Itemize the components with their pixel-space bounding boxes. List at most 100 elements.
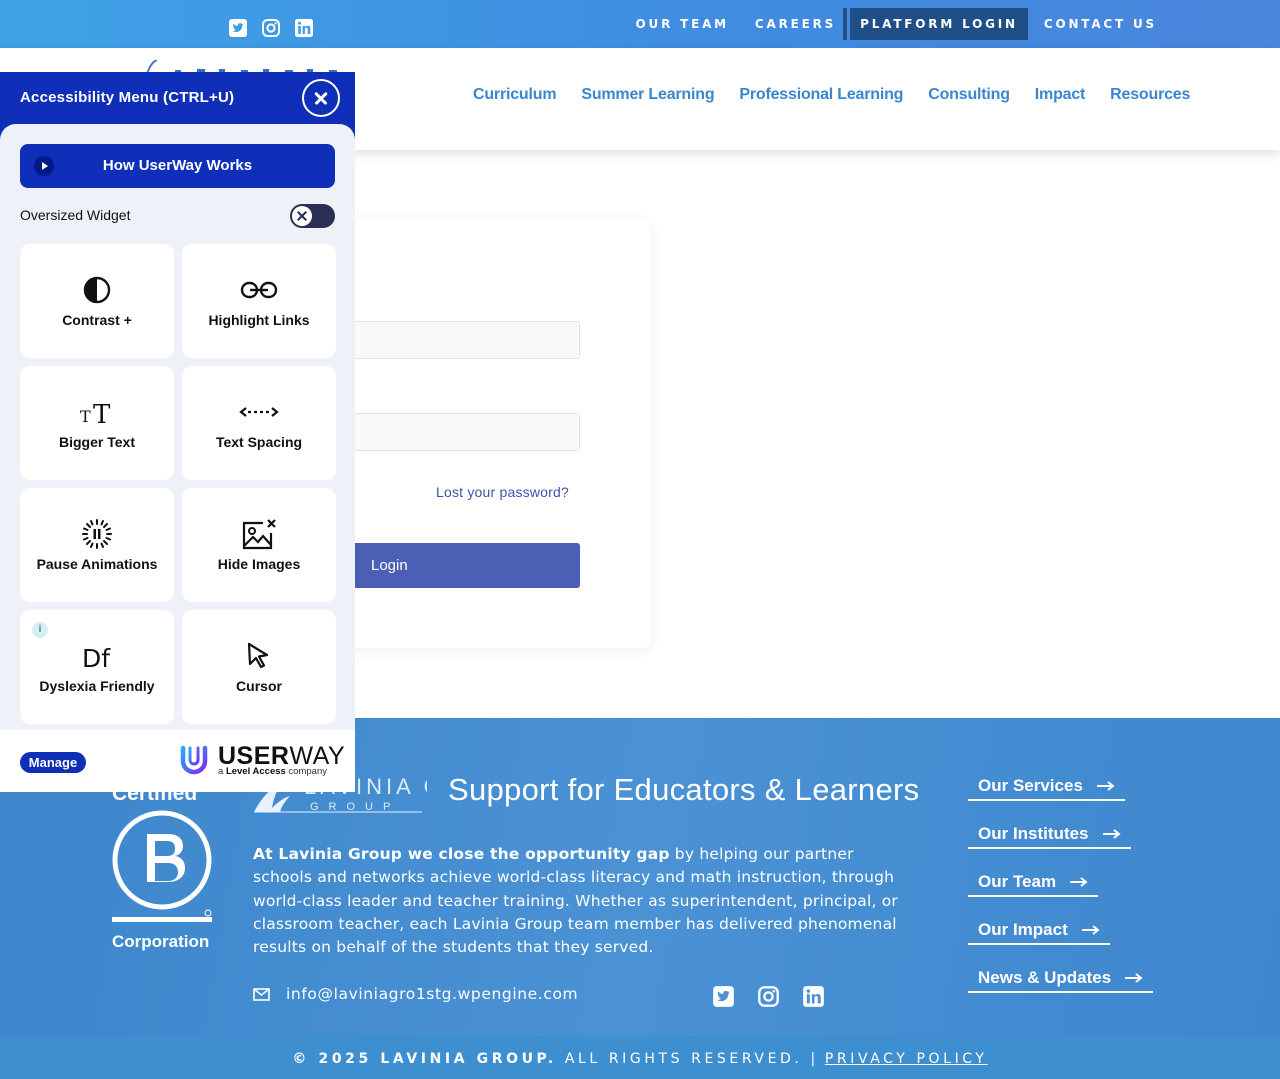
linkedin-link[interactable] (294, 18, 314, 38)
footer-linkedin-link[interactable] (802, 985, 825, 1008)
lost-password-link[interactable]: Lost your password? (436, 484, 569, 500)
twitter-link[interactable] (228, 18, 248, 38)
footer-link-our-impact[interactable]: Our Impact (968, 916, 1110, 945)
toggle-off-icon (292, 206, 312, 226)
tagline-brand: Level Access (225, 766, 286, 777)
pause-animations-icon (82, 519, 112, 549)
password-input[interactable] (350, 413, 580, 451)
accessibility-menu-title: Accessibility Menu (CTRL+U) (20, 89, 235, 106)
how-userway-works-button[interactable]: How UserWay Works (20, 144, 335, 188)
accessibility-menu-body: How UserWay Works Oversized Widget Contr… (0, 124, 355, 730)
hide-images-icon (242, 519, 276, 550)
footer-link-our-institutes[interactable]: Our Institutes (968, 820, 1131, 849)
arrow-right-icon (1081, 924, 1100, 935)
privacy-policy-link[interactable]: PRIVACY POLICY (825, 1051, 988, 1067)
cursor-label: Cursor (236, 678, 282, 694)
twitter-icon (229, 19, 247, 37)
top-link-our-team[interactable]: OUR TEAM (623, 8, 742, 40)
dyslexia-icon: Df (82, 644, 111, 672)
nav-curriculum[interactable]: Curriculum (473, 86, 557, 104)
footer-about-text: At Lavinia Group we close the opportunit… (253, 843, 913, 959)
top-link-platform-login[interactable]: PLATFORM LOGIN (850, 8, 1028, 40)
accessibility-menu: Accessibility Menu (CTRL+U) How UserWay … (0, 72, 355, 792)
dyslexia-friendly-label: Dyslexia Friendly (39, 678, 155, 694)
nav-summer-learning[interactable]: Summer Learning (581, 86, 714, 104)
footer-social-links (712, 985, 825, 1008)
hide-images-label: Hide Images (217, 556, 301, 572)
play-icon (34, 156, 54, 176)
envelope-icon (253, 987, 270, 1001)
pause-animations-tile[interactable]: Pause Animations (20, 488, 174, 602)
top-nav: OUR TEAM CAREERS PLATFORM LOGIN CONTACT … (623, 8, 1170, 40)
instagram-link[interactable] (261, 18, 281, 38)
arrow-right-icon (1125, 972, 1143, 983)
pause-animations-label: Pause Animations (36, 556, 158, 572)
footer-instagram-link[interactable] (757, 985, 780, 1008)
footer-link-news-updates[interactable]: News & Updates (968, 964, 1154, 993)
text-spacing-label: Text Spacing (215, 434, 303, 450)
accessibility-menu-header: Accessibility Menu (CTRL+U) (0, 72, 355, 124)
main-nav: Curriculum Summer Learning Professional … (473, 86, 1190, 104)
tagline-post: company (285, 766, 327, 777)
contrast-label: Contrast + (62, 312, 132, 328)
top-social-links (228, 18, 314, 38)
hide-images-tile[interactable]: Hide Images (182, 488, 336, 602)
userway-logo-icon (180, 745, 208, 775)
username-input[interactable] (350, 321, 580, 359)
contrast-tile[interactable]: Contrast + (20, 244, 174, 358)
nav-impact[interactable]: Impact (1035, 86, 1086, 104)
footer-link-label: News & Updates (978, 967, 1112, 987)
footer-email-link[interactable]: info@laviniagro1stg.wpengine.com (253, 985, 578, 1003)
accessibility-menu-footer: Manage USERWAY a Level Access company (0, 730, 355, 792)
arrow-right-icon (1102, 828, 1121, 839)
login-button[interactable]: Login (350, 543, 580, 588)
dyslexia-friendly-tile[interactable]: i Df Dyslexia Friendly (20, 610, 174, 724)
text-spacing-tile[interactable]: Text Spacing (182, 366, 336, 480)
link-icon (240, 281, 278, 299)
footer-twitter-link[interactable] (712, 985, 735, 1008)
footer-email-text: info@laviniagro1stg.wpengine.com (286, 985, 579, 1003)
nav-resources[interactable]: Resources (1110, 86, 1190, 104)
svg-text:GROUP: GROUP (310, 801, 400, 813)
close-accessibility-menu-button[interactable] (302, 79, 340, 117)
nav-consulting[interactable]: Consulting (928, 86, 1010, 104)
oversized-widget-toggle[interactable] (290, 204, 335, 228)
highlight-links-label: Highlight Links (208, 312, 310, 328)
svg-text:Df: Df (82, 644, 111, 672)
instagram-icon (262, 19, 280, 37)
level-access-tagline: a Level Access company (218, 766, 327, 777)
footer-link-our-services[interactable]: Our Services (968, 772, 1125, 801)
footer-link-label: Our Impact (978, 919, 1068, 939)
cursor-icon (247, 642, 269, 669)
top-link-careers[interactable]: CAREERS (742, 8, 849, 40)
footer-tagline: Support for Educators & Learners (448, 772, 920, 807)
cursor-tile[interactable]: Cursor (182, 610, 336, 724)
oversized-widget-label: Oversized Widget (20, 207, 131, 223)
copyright-text: ALL RIGHTS RESERVED. | (556, 1051, 819, 1067)
footer-link-label: Our Team (978, 871, 1057, 891)
top-link-contact-us[interactable]: CONTACT US (1031, 8, 1170, 40)
footer-link-label: Our Services (978, 775, 1083, 795)
userway-brand[interactable]: USERWAY a Level Access company (180, 742, 345, 779)
contrast-icon (83, 276, 111, 304)
footer-link-our-team[interactable]: Our Team (968, 868, 1099, 897)
svg-text:T: T (93, 400, 111, 428)
b-corp-logo (112, 810, 212, 922)
linkedin-icon (803, 986, 824, 1007)
nav-professional-learning[interactable]: Professional Learning (739, 86, 903, 104)
info-icon[interactable]: i (32, 622, 48, 638)
instagram-icon (758, 986, 779, 1007)
highlight-links-tile[interactable]: Highlight Links (182, 244, 336, 358)
twitter-icon (713, 986, 734, 1007)
manage-button[interactable]: Manage (20, 752, 86, 773)
about-bold-lead: At Lavinia Group we close the opportunit… (253, 845, 670, 863)
top-nav-divider (843, 8, 848, 40)
footer-link-label: Our Institutes (978, 823, 1089, 843)
tagline-pre: a (218, 766, 226, 777)
text-size-icon: TT (80, 400, 111, 428)
text-spacing-icon (239, 407, 279, 417)
copyright-bold: © 2025 LAVINIA GROUP. (292, 1051, 557, 1067)
bigger-text-label: Bigger Text (59, 434, 135, 450)
svg-text:T: T (80, 407, 91, 426)
bigger-text-tile[interactable]: TT Bigger Text (20, 366, 174, 480)
